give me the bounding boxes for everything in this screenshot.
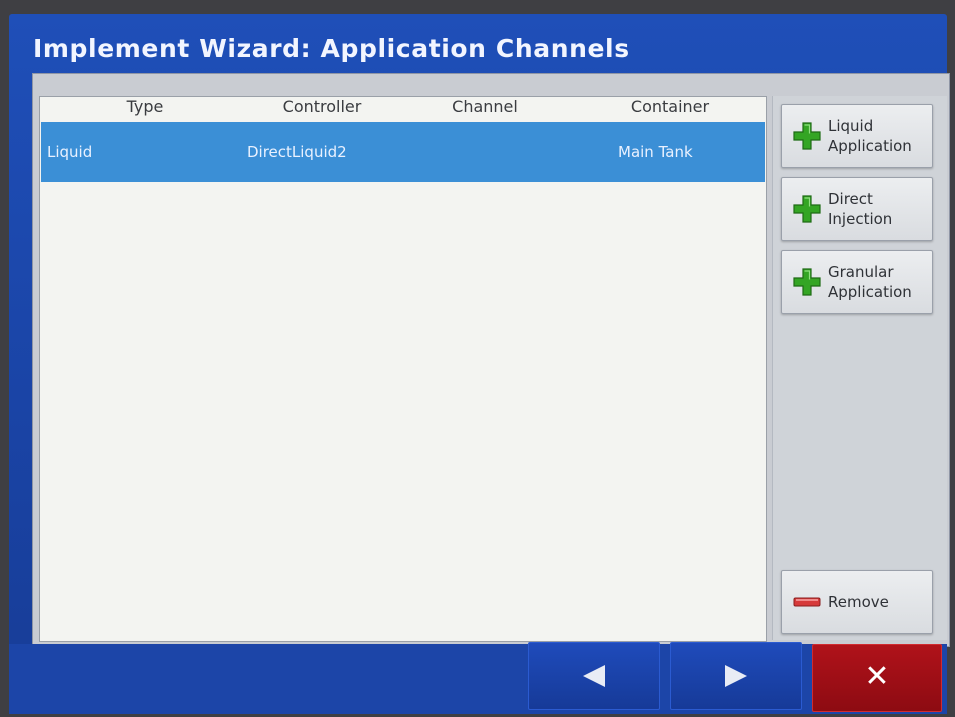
remove-label: Remove (828, 593, 889, 611)
column-header-container[interactable]: Container (620, 97, 720, 116)
arrow-left-icon (583, 665, 605, 687)
column-header-type[interactable]: Type (110, 97, 180, 116)
liquid-application-label-line2: Application (828, 137, 912, 155)
plus-icon (793, 195, 821, 223)
direct-injection-label-line2: Injection (828, 210, 893, 228)
add-granular-application-button[interactable]: Granular Application (781, 250, 933, 314)
granular-application-label-line2: Application (828, 283, 912, 301)
table-row[interactable]: Liquid DirectLiquid2 Main Tank (41, 122, 765, 182)
back-button[interactable] (528, 642, 660, 710)
page-title: Implement Wizard: Application Channels (33, 34, 630, 63)
minus-icon (793, 597, 821, 607)
add-direct-injection-button[interactable]: Direct Injection (781, 177, 933, 241)
liquid-application-label-line1: Liquid (828, 117, 874, 135)
next-button[interactable] (670, 642, 802, 710)
cell-type: Liquid (47, 143, 93, 161)
close-icon: ✕ (864, 659, 890, 694)
cell-controller: DirectLiquid2 (247, 143, 347, 161)
bottom-bar (9, 644, 947, 714)
column-header-channel[interactable]: Channel (445, 97, 525, 116)
direct-injection-label-line1: Direct (828, 190, 873, 208)
plus-icon (793, 268, 821, 296)
column-header-controller[interactable]: Controller (262, 97, 382, 116)
arrow-right-icon (725, 665, 747, 687)
add-liquid-application-button[interactable]: Liquid Application (781, 104, 933, 168)
table-header: Type Controller Channel Container (40, 92, 766, 120)
remove-button[interactable]: Remove (781, 570, 933, 634)
action-sidebar: Liquid Application Direct Injection Gran… (772, 96, 947, 640)
granular-application-label-line1: Granular (828, 263, 894, 281)
plus-icon (793, 122, 821, 150)
cell-container: Main Tank (618, 143, 693, 161)
wizard-screen: Implement Wizard: Application Channels T… (9, 14, 950, 714)
cancel-button[interactable]: ✕ (812, 644, 942, 712)
content-panel: Type Controller Channel Container Liquid… (32, 73, 950, 647)
